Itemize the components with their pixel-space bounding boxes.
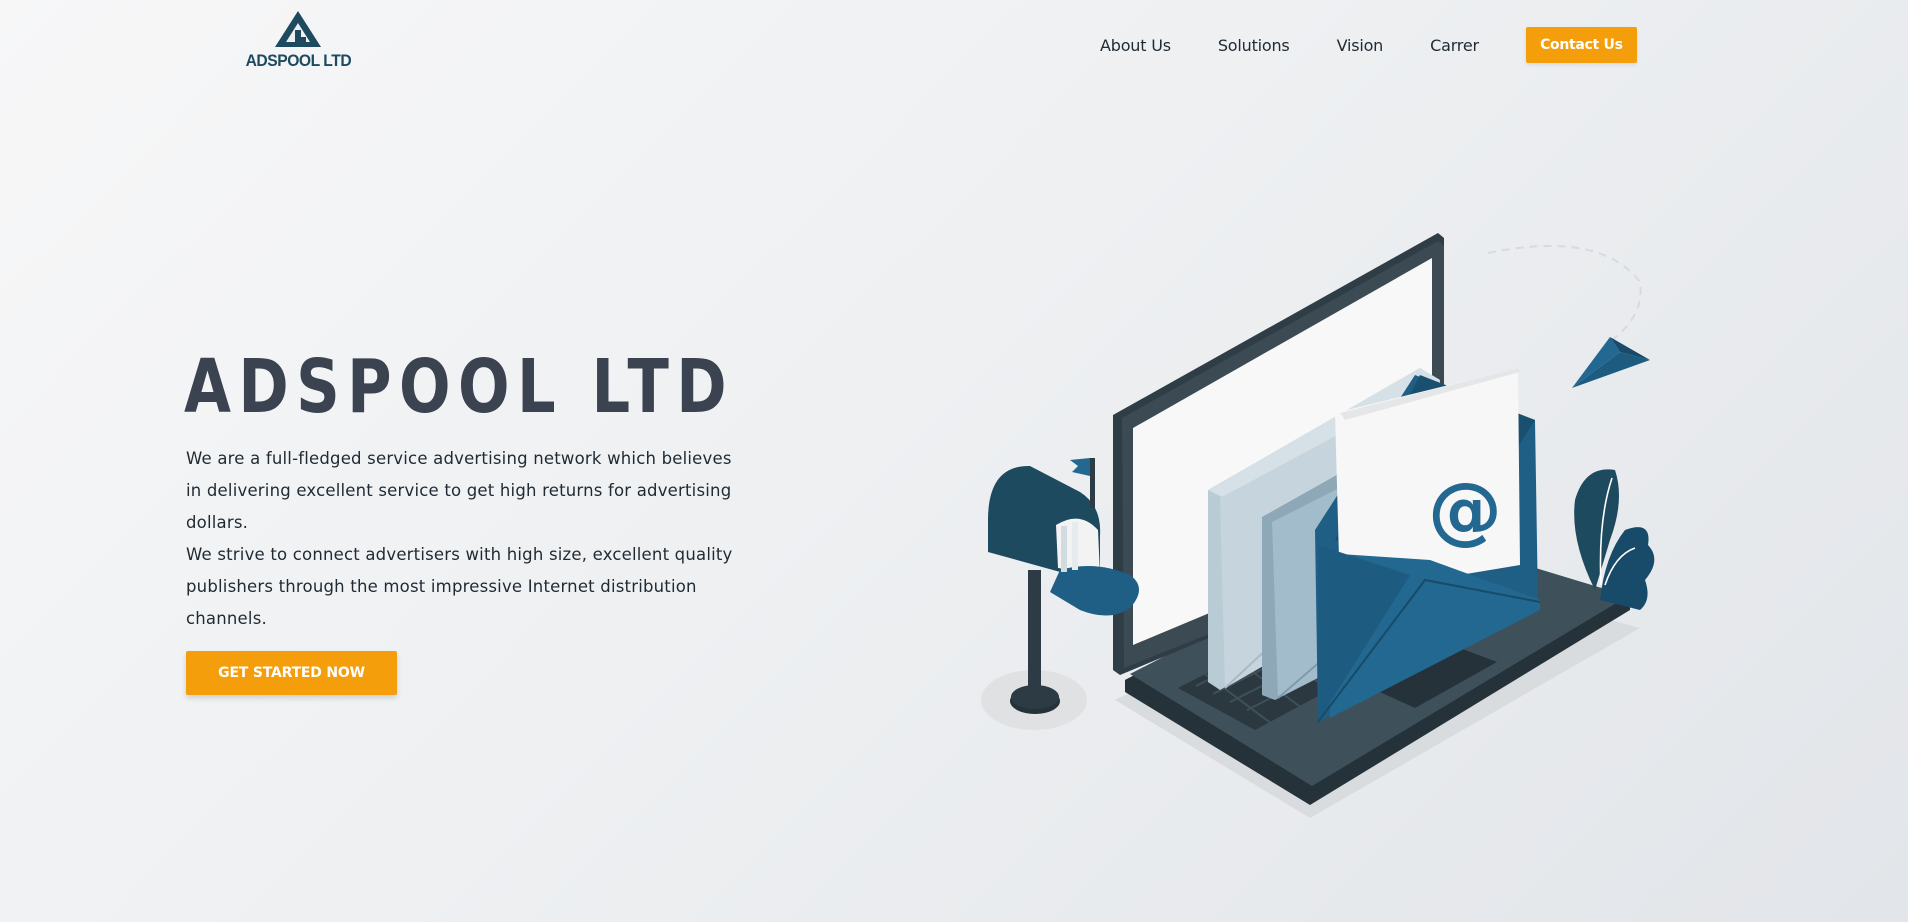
get-started-button[interactable]: GET STARTED NOW xyxy=(186,651,397,695)
main-nav: About Us Solutions Vision Carrer Contact… xyxy=(1100,27,1637,63)
hero-text-line: channels. xyxy=(186,609,267,628)
brand-logo[interactable]: ADSPOOL LTD xyxy=(245,10,351,78)
logo-triangle-icon xyxy=(275,11,321,47)
nav-solutions[interactable]: Solutions xyxy=(1218,36,1290,55)
at-symbol-icon: @ xyxy=(1428,467,1502,553)
hero-text-line: dollars. xyxy=(186,513,249,532)
nav-carrer[interactable]: Carrer xyxy=(1430,36,1479,55)
hero-title: ADSPOOL LTD xyxy=(184,344,735,430)
hero-illustration: @ xyxy=(981,233,1655,818)
contact-us-button[interactable]: Contact Us xyxy=(1525,27,1637,63)
hero-text-line: We strive to connect advertisers with hi… xyxy=(186,545,733,564)
hero-text-line: We are a full-fledged service advertisin… xyxy=(186,449,732,468)
nav-about-us[interactable]: About Us xyxy=(1100,36,1171,55)
hero-description: We are a full-fledged service advertisin… xyxy=(186,443,766,635)
paper-plane-icon xyxy=(1487,244,1650,388)
logo-text: ADSPOOL LTD xyxy=(245,51,351,70)
hero-text-line: in delivering excellent service to get h… xyxy=(186,481,732,500)
nav-vision[interactable]: Vision xyxy=(1337,36,1384,55)
hero-text-line: publishers through the most impressive I… xyxy=(186,577,697,596)
